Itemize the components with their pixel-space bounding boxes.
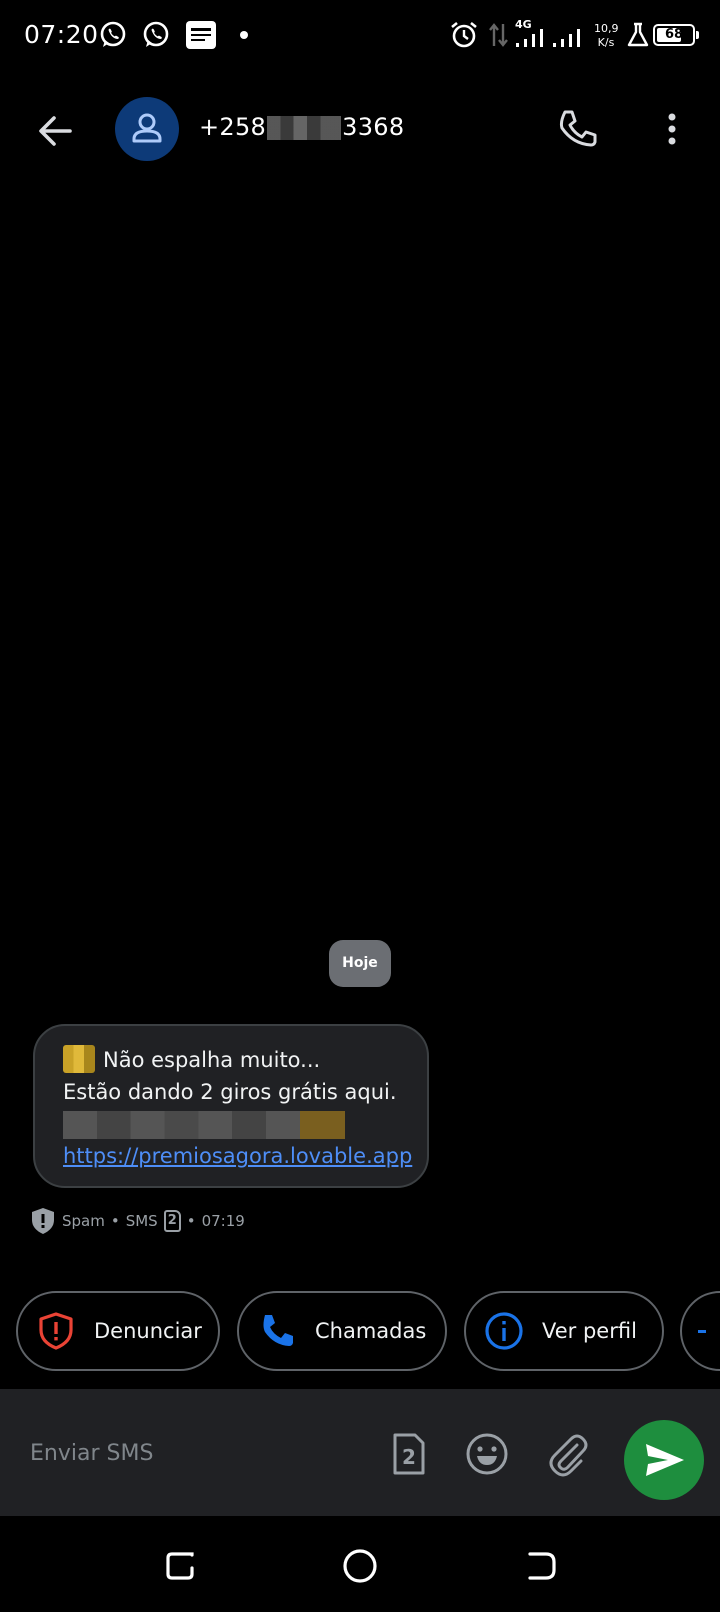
message-line-3	[63, 1108, 399, 1140]
signal-icon	[553, 29, 580, 47]
net-speed: 10,9 K/s	[594, 22, 619, 50]
contact-number-suffix: 3368	[342, 113, 405, 141]
contact-number[interactable]: +258 3368	[199, 113, 404, 141]
whatsapp-icon	[100, 21, 126, 47]
message-time: 07:19	[201, 1212, 245, 1230]
data-arrows-icon	[489, 23, 508, 47]
status-bar: 07:20 4G 10,9 K/s 68	[0, 0, 720, 72]
chip-label: Chamadas	[315, 1319, 427, 1343]
spam-shield-icon	[32, 1208, 54, 1234]
spam-label: Spam	[62, 1212, 105, 1230]
message-meta: Spam • SMS 2 • 07:19	[30, 1205, 245, 1237]
contact-avatar[interactable]	[115, 97, 179, 161]
net-speed-value: 10,9	[594, 22, 619, 35]
whatsapp-icon	[143, 21, 169, 47]
sim-number: 2	[402, 1445, 416, 1469]
chip-chamadas[interactable]: Chamadas	[237, 1291, 447, 1371]
back-arrow-icon[interactable]	[30, 106, 80, 156]
send-button[interactable]	[624, 1420, 704, 1500]
chip-label: Ver perfil	[542, 1319, 637, 1343]
redacted-digits	[267, 116, 342, 140]
emoji-icon[interactable]	[464, 1431, 510, 1477]
compose-bar: 2	[0, 1389, 720, 1516]
top-app-bar: +258 3368	[0, 88, 720, 172]
news-icon	[186, 21, 216, 49]
status-time: 07:20	[24, 20, 99, 49]
net-speed-unit: K/s	[597, 36, 615, 49]
send-icon	[646, 1444, 684, 1476]
message-text-1: Não espalha muito...	[103, 1048, 321, 1072]
redacted-text	[63, 1111, 345, 1139]
message-line-2: Estão dando 2 giros grátis aqui.	[63, 1080, 397, 1104]
home-icon[interactable]	[340, 1546, 380, 1586]
phone-icon[interactable]	[553, 104, 603, 154]
partial-chip-icon	[698, 1329, 706, 1333]
chip-more-partial[interactable]	[680, 1291, 720, 1371]
message-bubble[interactable]: Não espalha muito... Estão dando 2 giros…	[33, 1024, 429, 1188]
message-link[interactable]: https://premiosagora.lovable.app	[63, 1144, 412, 1168]
chip-label: Denunciar	[94, 1319, 202, 1343]
info-icon	[485, 1312, 523, 1350]
date-chip: Hoje	[329, 940, 391, 987]
battery-level: 68	[664, 27, 684, 42]
phone-icon	[263, 1315, 293, 1346]
report-shield-icon	[39, 1312, 73, 1350]
message-input[interactable]	[30, 1431, 360, 1475]
chip-denunciar[interactable]: Denunciar	[16, 1291, 220, 1371]
notification-dot-icon	[240, 31, 248, 39]
sim-2-icon: 2	[163, 1210, 181, 1232]
alarm-icon	[451, 21, 477, 48]
sim-2-icon[interactable]: 2	[385, 1431, 431, 1477]
chip-ver-perfil[interactable]: Ver perfil	[464, 1291, 664, 1371]
lab-icon	[627, 22, 649, 47]
attach-icon[interactable]	[545, 1431, 591, 1477]
meta-separator: •	[110, 1212, 120, 1230]
navigation-bar	[0, 1516, 720, 1612]
recents-icon[interactable]	[160, 1546, 200, 1586]
suggestion-chips: Denunciar Chamadas Ver perfil	[0, 1291, 720, 1371]
contact-number-prefix: +258	[199, 113, 267, 141]
message-line-1: Não espalha muito...	[63, 1044, 399, 1076]
meta-separator: •	[186, 1212, 196, 1230]
message-type: SMS	[125, 1212, 158, 1230]
signal-icon	[516, 29, 543, 47]
battery-icon: 68	[653, 24, 699, 46]
back-nav-icon[interactable]	[520, 1546, 560, 1586]
more-vert-icon[interactable]	[654, 104, 690, 154]
person-icon	[132, 113, 162, 143]
message-line-4: https://premiosagora.lovable.app	[63, 1140, 412, 1172]
blurred-emoji	[63, 1045, 95, 1073]
